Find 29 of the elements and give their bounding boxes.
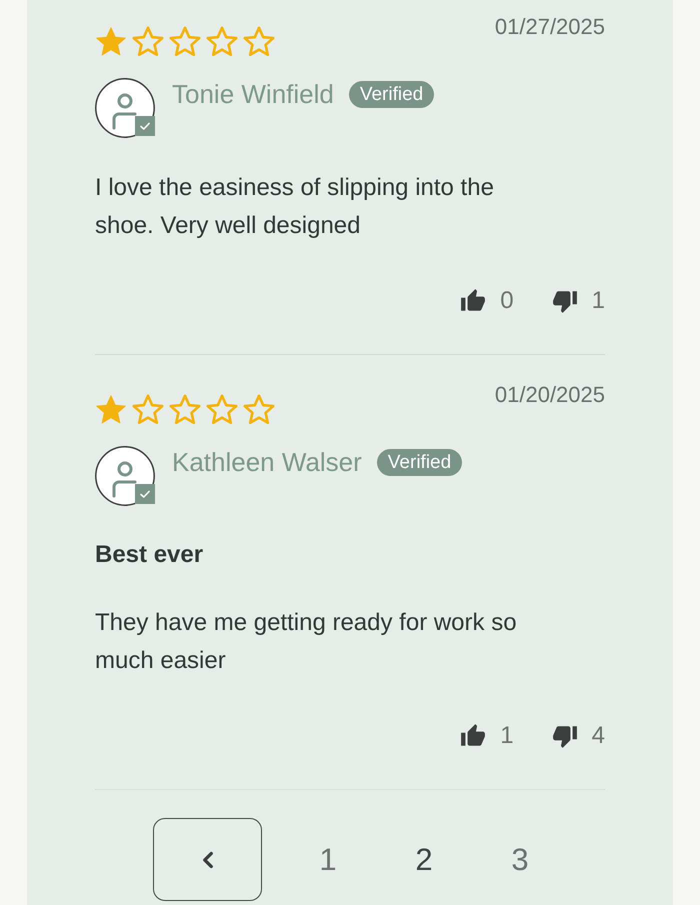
review-text: They have me getting ready for work so much easier	[95, 608, 518, 676]
star-icon	[95, 394, 127, 425]
star-icon	[132, 26, 164, 57]
thumbs-up-icon	[460, 288, 486, 314]
review-title: Best ever	[95, 540, 204, 570]
thumbs-up-icon	[460, 723, 486, 749]
star-icon	[243, 394, 275, 425]
page-number[interactable]: 3	[490, 830, 550, 890]
page-number[interactable]: 2	[394, 830, 454, 890]
verified-badge: Verified	[376, 448, 462, 476]
helpful-vote-button[interactable]: 1	[460, 722, 514, 750]
star-icon	[169, 394, 201, 425]
star-icon	[243, 26, 275, 57]
unhelpful-vote-button[interactable]: 1	[552, 287, 605, 315]
page-number[interactable]: 1	[298, 830, 358, 890]
star-icon	[206, 394, 238, 425]
reviewer-name: Tonie Winfield	[172, 78, 334, 110]
verified-badge: Verified	[348, 80, 434, 108]
reviewer-name: Kathleen Walser	[172, 446, 362, 478]
review-text: I love the easiness of slipping into the shoe. Very well designed	[95, 173, 495, 241]
review-date: 01/27/2025	[494, 13, 605, 41]
unhelpful-vote-button[interactable]: 4	[552, 722, 605, 750]
review-date: 01/20/2025	[494, 381, 605, 409]
previous-page-button[interactable]	[153, 818, 262, 901]
star-icon	[169, 26, 201, 57]
helpful-vote-button[interactable]: 0	[460, 287, 514, 315]
star-icon	[95, 26, 127, 57]
star-icon	[132, 394, 164, 425]
star-icon	[206, 26, 238, 57]
